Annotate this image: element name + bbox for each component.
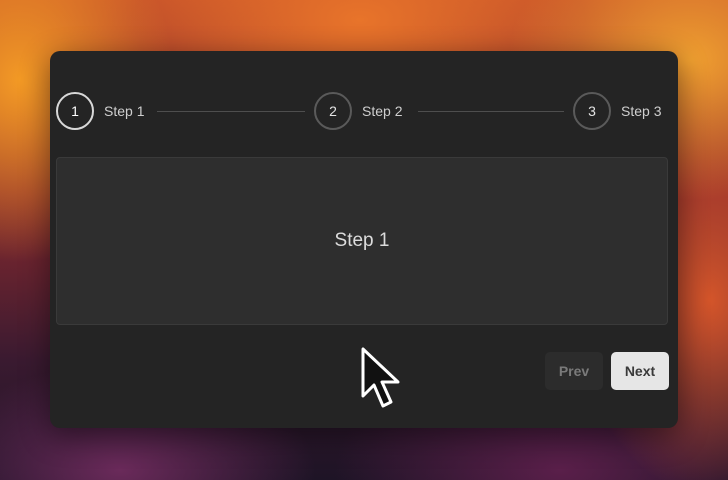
step-connector-2-3 bbox=[418, 111, 564, 112]
step-2-indicator: 2 bbox=[314, 92, 352, 130]
prev-button[interactable]: Prev bbox=[545, 352, 603, 390]
step-1[interactable]: 1 Step 1 bbox=[56, 90, 144, 132]
stepper: 1 Step 1 2 Step 2 3 Step 3 bbox=[56, 90, 668, 132]
next-button[interactable]: Next bbox=[611, 352, 669, 390]
step-connector-1-2 bbox=[157, 111, 305, 112]
step-content-text: Step 1 bbox=[334, 230, 390, 251]
arrow-pointer-icon bbox=[361, 347, 400, 408]
step-2-label: Step 2 bbox=[362, 103, 403, 119]
step-content: Step 1 bbox=[56, 157, 668, 325]
step-1-indicator: 1 bbox=[56, 92, 94, 130]
step-1-label: Step 1 bbox=[104, 103, 145, 119]
step-2[interactable]: 2 Step 2 bbox=[314, 90, 402, 132]
step-3[interactable]: 3 Step 3 bbox=[573, 90, 661, 132]
step-3-label: Step 3 bbox=[621, 103, 662, 119]
step-3-indicator: 3 bbox=[573, 92, 611, 130]
